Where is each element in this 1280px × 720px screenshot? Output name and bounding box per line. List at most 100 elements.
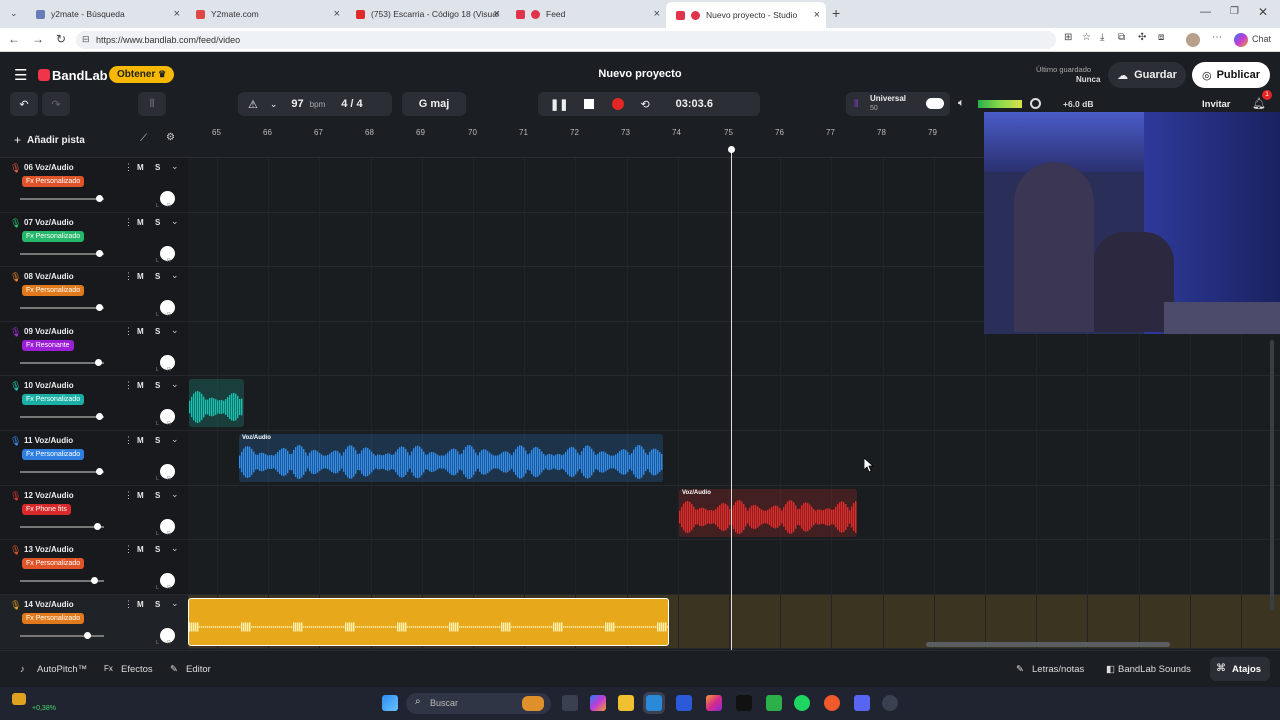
profile-avatar[interactable] [1186,33,1200,47]
invite-button[interactable]: Invitar [1202,99,1231,110]
track-menu-icon[interactable]: ⋮ [124,435,133,446]
volume-slider-thumb[interactable] [91,577,99,585]
volume-slider-track[interactable] [20,634,104,637]
track-menu-icon[interactable]: ⋮ [124,490,133,501]
browser-tab-2[interactable]: Y2mate.com × [186,4,346,24]
mute-button[interactable]: M [137,272,144,281]
track-name[interactable]: 09 Voz/Audio [24,327,74,336]
chevron-down-icon[interactable]: ⌄ [171,216,179,227]
chevron-down-icon[interactable]: ⌄ [270,99,278,110]
browser-tab-4[interactable]: Feed × [506,4,666,24]
fx-preset-badge[interactable]: Fx Personalizado [22,176,85,187]
spotify-icon[interactable] [794,695,810,711]
stop-icon[interactable] [584,99,595,109]
speaker-icon[interactable]: 🔈︎ [958,97,965,110]
volume-slider-thumb[interactable] [96,195,104,202]
tab-list-icon[interactable]: ⌄ [10,8,18,19]
vertical-scrollbar[interactable] [1270,340,1274,610]
capcut-icon[interactable] [766,695,782,711]
playhead-handle[interactable] [728,146,735,153]
maximize-icon[interactable]: ❐ [1230,6,1239,17]
fx-preset-badge[interactable]: Fx Phone fits [22,503,71,515]
copilot-icon[interactable] [1234,33,1248,47]
volume-slider-track[interactable] [20,525,104,528]
puzzle-icon[interactable]: ✣ [1138,32,1146,43]
track-lane[interactable] [188,376,1280,431]
effects-button[interactable]: Efectos [121,664,153,675]
time-signature[interactable]: 4 / 4 [341,98,362,110]
volume-slider-thumb[interactable] [83,631,91,639]
solo-button[interactable]: S [155,600,160,609]
save-button[interactable]: ☁ Guardar [1108,62,1186,88]
chevron-down-icon[interactable]: ⌄ [171,325,179,336]
solo-button[interactable]: S [155,163,160,172]
volume-slider-thumb[interactable] [96,304,104,312]
close-tab-icon[interactable]: × [334,8,340,20]
track-menu-icon[interactable]: ⋮ [124,544,133,555]
solo-button[interactable]: S [155,491,160,500]
close-tab-icon[interactable]: × [174,8,180,20]
track-header[interactable]: 🎙︎ 06 Voz/Audio Fx Personalizado ⋮ M S ⌄ L R [0,158,188,213]
horizontal-scrollbar[interactable] [926,642,1170,647]
track-menu-icon[interactable]: ⋮ [124,599,133,610]
minimize-icon[interactable]: — [1200,6,1211,18]
track-settings-icon[interactable]: ⚙ [166,132,175,143]
playhead[interactable] [731,150,732,650]
volume-slider-track[interactable] [20,471,104,473]
volume-slider-thumb[interactable] [95,358,103,366]
track-name[interactable]: 12 Voz/Audio [24,491,74,500]
track-name[interactable]: 14 Voz/Audio [24,600,74,609]
mute-button[interactable]: M [137,545,144,554]
chat-label[interactable]: Chat [1252,34,1271,44]
new-tab-icon[interactable]: + [832,5,840,21]
app-icon[interactable] [824,695,840,711]
tiktok-icon[interactable] [736,695,752,711]
magic-wand-icon[interactable]: ⟋ [140,133,147,144]
sounds-button[interactable]: BandLab Sounds [1118,664,1191,675]
mute-button[interactable]: M [137,327,144,336]
volume-slider-thumb[interactable] [93,522,101,530]
collections-icon[interactable]: ⧈ [1158,32,1164,43]
track-name[interactable]: 08 Voz/Audio [24,272,74,281]
favorite-icon[interactable]: ☆ [1082,32,1091,43]
solo-button[interactable]: S [155,218,160,227]
autopitch-button[interactable]: AutoPitch™ [37,664,87,675]
record-icon[interactable] [612,98,625,110]
chevron-down-icon[interactable]: ⌄ [171,379,179,390]
copilot-taskbar-icon[interactable] [590,695,606,711]
fx-preset-badge[interactable]: Fx Personalizado [22,558,85,570]
more-menu-icon[interactable]: ⋯ [1212,32,1222,43]
track-header[interactable]: 🎙︎ 08 Voz/Audio Fx Personalizado ⋮ M S ⌄ L R [0,267,188,322]
universal-control[interactable]: ⦀ Universal 50 [846,92,950,116]
chevron-down-icon[interactable]: ⌄ [171,543,179,554]
volume-slider-track[interactable] [20,198,104,200]
universal-toggle[interactable] [926,98,944,109]
audio-clip[interactable] [189,379,244,428]
task-view-icon[interactable] [562,695,578,711]
mute-button[interactable]: M [137,381,144,390]
apps-icon[interactable]: ⊞ [1064,32,1072,43]
solo-button[interactable]: S [155,272,160,281]
chevron-down-icon[interactable]: ⌄ [171,598,179,609]
download-icon[interactable]: ⤓ [1100,32,1104,43]
publish-button[interactable]: ◎ Publicar [1192,62,1270,88]
browser-tab-3[interactable]: (753) Escarria - Código 18 (Visuali... × [346,4,506,24]
volume-slider-thumb[interactable] [96,413,104,421]
url-field[interactable]: ⊟ https://www.bandlab.com/feed/video [76,31,1056,49]
reload-icon[interactable]: ↻ [56,32,66,46]
track-header[interactable]: 🎙︎ 10 Voz/Audio Fx Personalizado ⋮ M S ⌄ L R [0,376,188,431]
mute-button[interactable]: M [137,218,144,227]
master-volume-knob[interactable] [1030,98,1041,109]
editor-button[interactable]: Editor [186,664,211,675]
shortcuts-button[interactable]: ⌘ Atajos [1210,657,1270,681]
undo-button[interactable]: ↶ [10,92,38,116]
track-header[interactable]: 🎙︎ 12 Voz/Audio Fx Phone fits ⋮ M S ⌄ L R [0,486,188,541]
windows-start-icon[interactable] [382,695,398,711]
track-name[interactable]: 10 Voz/Audio [24,381,74,390]
track-menu-icon[interactable]: ⋮ [124,217,133,228]
redo-button[interactable]: ↷ [42,92,70,116]
mute-button[interactable]: M [137,436,144,445]
weather-icon[interactable] [12,693,26,705]
taskbar-search[interactable]: ⌕ Buscar [406,693,551,714]
track-name[interactable]: 11 Voz/Audio [24,436,73,445]
